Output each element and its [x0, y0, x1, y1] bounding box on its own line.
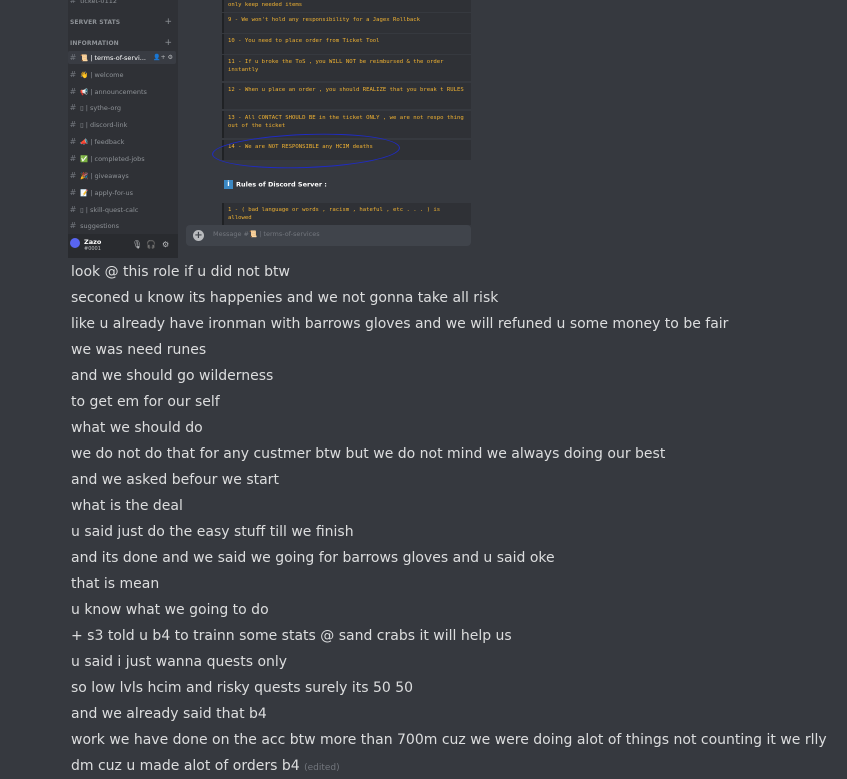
channel-announcements[interactable]: # 📢 | announcements	[68, 85, 176, 98]
channel-label: welcome	[94, 71, 124, 79]
hash-icon: #	[69, 154, 77, 163]
chat-line: u know what we going to do	[71, 602, 269, 618]
channel-emoji: 📣	[80, 138, 89, 146]
rule-item: only keep needed items	[222, 0, 471, 12]
category-server-stats[interactable]: SERVER STATS	[70, 19, 120, 26]
chat-line: what is the deal	[71, 498, 183, 514]
channel-welcome[interactable]: # 👋 | welcome	[68, 68, 176, 81]
chat-line: u said just do the easy stuff till we fi…	[71, 524, 354, 540]
chat-line: work we have done on the acc btw more th…	[71, 732, 827, 748]
channel-suggestions[interactable]: # suggestions	[68, 219, 176, 232]
hash-icon: #	[69, 137, 77, 146]
chat-messages: look @ this role if u did not btw secone…	[71, 259, 841, 779]
channel-sythe-org[interactable]: # ▯ | sythe-org	[68, 101, 176, 114]
chat-line: and we already said that b4	[71, 706, 267, 722]
channel-sidebar: # ticket-0112 SERVER STATS + INFORMATION…	[68, 0, 178, 258]
add-member-icon[interactable]: 👤+ ⚙	[153, 51, 173, 64]
channel-label: ticket-0112	[80, 0, 117, 5]
channel-emoji: ▯	[80, 104, 84, 112]
chat-line: like u already have ironman with barrows…	[71, 316, 729, 332]
chat-line: what we should do	[71, 420, 203, 436]
channel-emoji: ▯	[80, 121, 84, 129]
rules-title-text: Rules of Discord Server :	[236, 180, 327, 189]
channel-completed-jobs[interactable]: # ✅ | completed-jobs	[68, 152, 176, 165]
chat-line: and we asked befour we start	[71, 472, 279, 488]
channel-apply-for-us[interactable]: # 📝 | apply-for-us	[68, 186, 176, 199]
headphones-icon[interactable]: 🎧	[146, 240, 156, 249]
hash-icon: #	[69, 103, 77, 112]
channel-label: sythe-org	[89, 104, 122, 112]
category-label: INFORMATION	[70, 40, 119, 47]
chat-line-last: dm cuz u made alot of orders b4 (edited)	[71, 753, 841, 779]
info-icon: i	[224, 180, 233, 189]
chat-line: and its done and we said we going for ba…	[71, 550, 555, 566]
chat-line: that is mean	[71, 576, 160, 592]
hash-icon: #	[69, 205, 77, 214]
chat-line: u said i just wanna quests only	[71, 654, 288, 670]
channel-label: suggestions	[80, 222, 120, 230]
hash-icon: #	[69, 87, 77, 96]
channel-emoji: 📜	[80, 54, 89, 62]
add-attachment-icon[interactable]: +	[193, 230, 204, 241]
chat-line: to get em for our self	[71, 394, 220, 410]
embedded-screenshot: # ticket-0112 SERVER STATS + INFORMATION…	[68, 0, 471, 258]
channel-label: giveaways	[94, 172, 129, 180]
hash-icon: #	[69, 53, 77, 62]
chat-line: + s3 told u b4 to trainn some stats @ sa…	[71, 628, 512, 644]
channel-discord-link[interactable]: # ▯ | discord-link	[68, 118, 176, 131]
rule-item: 10 - You need to place order from Ticket…	[222, 34, 471, 54]
rule-item: 12 - When u place an order , you should …	[222, 83, 471, 109]
message-placeholder: Message #📜 | terms-of-services	[213, 230, 320, 238]
gear-icon[interactable]: ⚙	[162, 240, 169, 249]
rules-section-title: i Rules of Discord Server :	[224, 180, 327, 189]
channel-ticket[interactable]: # ticket-0112	[68, 0, 176, 7]
rule-item: 11 - If u broke the ToS , you WILL NOT b…	[222, 55, 471, 81]
category-information[interactable]: INFORMATION	[70, 40, 119, 47]
channel-terms-of-service[interactable]: # 📜 | terms-of-servi... 👤+ ⚙	[68, 51, 176, 64]
channel-emoji: 📢	[80, 88, 89, 96]
channel-label: completed-jobs	[94, 155, 145, 163]
channel-label: skill-quest-calc	[89, 206, 139, 214]
user-panel: Zazo #0001 🎙 🎧 ⚙	[68, 234, 178, 258]
hash-icon: #	[69, 188, 77, 197]
chat-line: seconed u know its happenies and we not …	[71, 290, 499, 306]
channel-label: terms-of-servi...	[94, 54, 146, 62]
message-input[interactable]: + Message #📜 | terms-of-services	[186, 225, 471, 246]
avatar[interactable]	[70, 238, 80, 248]
channel-emoji: 👋	[80, 71, 89, 79]
chat-line: so low lvls hcim and risky quests surely…	[71, 680, 414, 696]
chat-line: we was need runes	[71, 342, 207, 358]
edited-label: (edited)	[304, 763, 340, 773]
hash-icon: #	[69, 171, 77, 180]
chat-line-text: dm cuz u made alot of orders b4	[71, 758, 300, 774]
channel-label: discord-link	[89, 121, 128, 129]
hash-icon: #	[69, 70, 77, 79]
add-channel-icon[interactable]: +	[164, 17, 172, 27]
microphone-icon[interactable]: 🎙	[132, 240, 142, 249]
channel-feedback[interactable]: # 📣 | feedback	[68, 135, 176, 148]
chat-line: look @ this role if u did not btw	[71, 264, 290, 280]
hash-icon: #	[69, 0, 77, 5]
channel-emoji: 🎉	[80, 172, 89, 180]
category-label: SERVER STATS	[70, 19, 121, 26]
rule-item: 1 - ( bad language or words , racism , h…	[222, 203, 471, 225]
rule-item: 9 - We won't hold any responsibility for…	[222, 13, 471, 33]
channel-emoji: ▯	[80, 206, 84, 214]
chat-line: and we should go wilderness	[71, 368, 274, 384]
username: Zazo	[84, 238, 102, 246]
hash-icon: #	[69, 120, 77, 129]
channel-emoji: 📝	[80, 189, 89, 197]
channel-label: apply-for-us	[94, 189, 134, 197]
channel-giveaways[interactable]: # 🎉 | giveaways	[68, 169, 176, 182]
channel-label: feedback	[94, 138, 125, 146]
rules-channel-content: only keep needed items 9 - We won't hold…	[178, 0, 471, 225]
add-channel-icon[interactable]: +	[164, 38, 172, 48]
user-tag: #0001	[84, 246, 101, 252]
channel-label: announcements	[94, 88, 147, 96]
chat-line: we do not do that for any custmer btw bu…	[71, 446, 666, 462]
channel-emoji: ✅	[80, 155, 89, 163]
hash-icon: #	[69, 221, 77, 230]
channel-skill-quest-calc[interactable]: # ▯ | skill-quest-calc	[68, 203, 176, 216]
